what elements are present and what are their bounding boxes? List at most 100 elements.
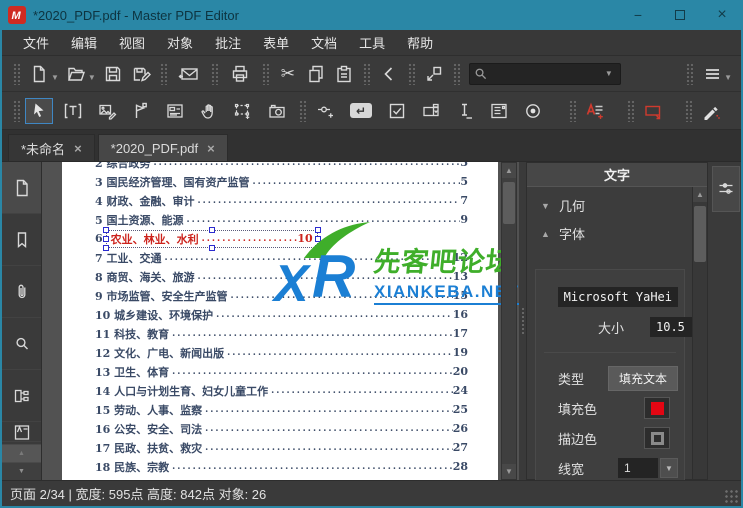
open-file-dropdown[interactable]: ▼ [88,73,96,82]
note-annotation-tool-button[interactable] [581,98,609,124]
document-scrollbar[interactable]: ▲ ▼ [501,162,517,480]
menu-item-3[interactable]: 对象 [156,30,204,55]
pdf-page[interactable]: 2 综合政务..................................… [62,162,498,480]
selection-handle-tr[interactable] [315,227,321,233]
edit-text-tool-button[interactable] [59,98,87,124]
font-family-value[interactable]: Microsoft YaHei [558,287,678,307]
sidebar-scroll-up-button[interactable]: ▲ [2,444,41,462]
edit-form-tool-button[interactable] [161,98,189,124]
panel-scroll-up-arrow[interactable]: ▲ [693,187,707,202]
listbox-field-tool-button[interactable] [485,98,513,124]
line-width-value[interactable]: 1 [618,458,658,478]
toc-row[interactable]: 5 国土资源、能源...............................… [62,210,498,229]
menu-item-4[interactable]: 批注 [204,30,252,55]
section-geometry[interactable]: ▼ 几何 [527,187,707,215]
sidebar-scroll-down-button[interactable]: ▼ [2,462,41,480]
toc-row[interactable]: 13 卫生、体育................................… [62,362,498,381]
panel-scrollbar-thumb[interactable] [694,206,706,262]
sidebar-item-search[interactable] [2,318,41,370]
selected-text-object[interactable]: 农业、林业、水利................................… [106,230,318,248]
highlight-tool-button[interactable] [697,98,725,124]
menu-item-7[interactable]: 工具 [348,30,396,55]
main-menu-button[interactable] [698,61,726,87]
menu-item-6[interactable]: 文档 [300,30,348,55]
hand-tool-button[interactable] [195,98,223,124]
maximize-button[interactable] [659,0,701,30]
toolbar-grip[interactable] [408,63,415,85]
toolbar-grip[interactable] [627,100,634,122]
snapshot-tool-button[interactable] [263,98,291,124]
menu-item-2[interactable]: 视图 [108,30,156,55]
toolbar-grip[interactable] [299,100,306,122]
resize-grip[interactable] [725,490,739,504]
document-tab-0[interactable]: *未命名× [8,134,95,161]
selection-handle-ml[interactable] [103,236,109,242]
selection-handle-tl[interactable] [103,227,109,233]
newline-tool-button[interactable]: ↵ [347,98,375,124]
toc-row[interactable]: 8 商贸、海关、旅游..............................… [62,267,498,286]
selection-handle-bm[interactable] [209,245,215,251]
toc-row[interactable]: 17 民政、扶贫、救灾.............................… [62,438,498,457]
search-input[interactable] [487,67,607,81]
selection-handle-br[interactable] [315,245,321,251]
toolbar-grip[interactable] [686,63,693,85]
pointer-tool-button[interactable] [25,98,53,124]
toc-row[interactable]: 15 劳动、人事、监察.............................… [62,400,498,419]
document-tab-1[interactable]: *2020_PDF.pdf× [98,134,228,161]
toolbar-grip[interactable] [211,63,218,85]
type-dropdown[interactable]: 填充文本 [608,366,678,391]
menu-item-8[interactable]: 帮助 [396,30,444,55]
tab-close-icon[interactable]: × [207,141,215,156]
minimize-button[interactable]: − [617,0,659,30]
tab-close-icon[interactable]: × [74,141,82,156]
save-button[interactable] [99,61,127,87]
sidebar-item-bookmarks[interactable] [2,214,41,266]
stroke-color-swatch[interactable] [644,427,670,449]
panel-splitter[interactable] [519,162,526,480]
search-box[interactable]: ▼ [469,63,621,85]
toolbar-grip[interactable] [685,100,692,122]
cut-button[interactable]: ✂ [274,61,302,87]
scroll-up-arrow[interactable]: ▲ [502,163,516,178]
edit-image-tool-button[interactable] [93,98,121,124]
close-button[interactable]: × [701,0,743,30]
line-width-spinner[interactable]: ▼ [660,458,678,478]
new-document-dropdown[interactable]: ▼ [51,73,59,82]
toc-row[interactable]: 11 科技、教育................................… [62,324,498,343]
link-tool-button[interactable] [311,98,339,124]
rectangle-annotation-tool-button[interactable] [639,98,667,124]
toolbar-grip[interactable] [363,63,370,85]
toc-row[interactable]: 14 人口与计划生育、妇女儿童工作.......................… [62,381,498,400]
paste-button[interactable] [330,61,358,87]
text-field-tool-button[interactable] [451,98,479,124]
menu-item-5[interactable]: 表单 [252,30,300,55]
document-viewport[interactable]: 2 综合政务..................................… [42,162,519,480]
new-document-button[interactable] [25,61,53,87]
print-button[interactable] [223,61,257,87]
selection-handle-bl[interactable] [103,245,109,251]
selection-handle-mr[interactable] [315,236,321,242]
toc-row[interactable]: 12 文化、广电、新闻出版...........................… [62,343,498,362]
combobox-field-tool-button[interactable] [417,98,445,124]
toolbar-grip[interactable] [453,63,460,85]
email-button[interactable] [172,61,206,87]
scrollbar-thumb[interactable] [503,182,515,224]
toc-row[interactable]: 2 综合政务..................................… [62,162,498,172]
fill-color-swatch[interactable] [644,397,670,419]
toc-row[interactable]: 10 城乡建设、环境保护............................… [62,305,498,324]
back-button[interactable] [375,61,403,87]
select-area-tool-button[interactable] [229,98,257,124]
toolbar-grip[interactable] [160,63,167,85]
copy-button[interactable] [302,61,330,87]
panel-scrollbar[interactable]: ▲ [692,187,707,479]
fit-page-button[interactable] [420,61,448,87]
save-as-button[interactable] [127,61,155,87]
menu-item-1[interactable]: 编辑 [60,30,108,55]
font-size-value[interactable]: 10.5 [650,317,692,337]
toc-row[interactable]: 16 公安、安全、司法.............................… [62,419,498,438]
toc-row[interactable]: 18 民族、宗教................................… [62,457,498,476]
sidebar-item-page-thumbnails[interactable] [2,162,41,214]
toc-row[interactable]: 6农业、林业、水利...............................… [62,229,498,248]
sidebar-item-form-fields[interactable] [2,370,41,422]
toc-row[interactable]: 4 财政、金融、审计..............................… [62,191,498,210]
